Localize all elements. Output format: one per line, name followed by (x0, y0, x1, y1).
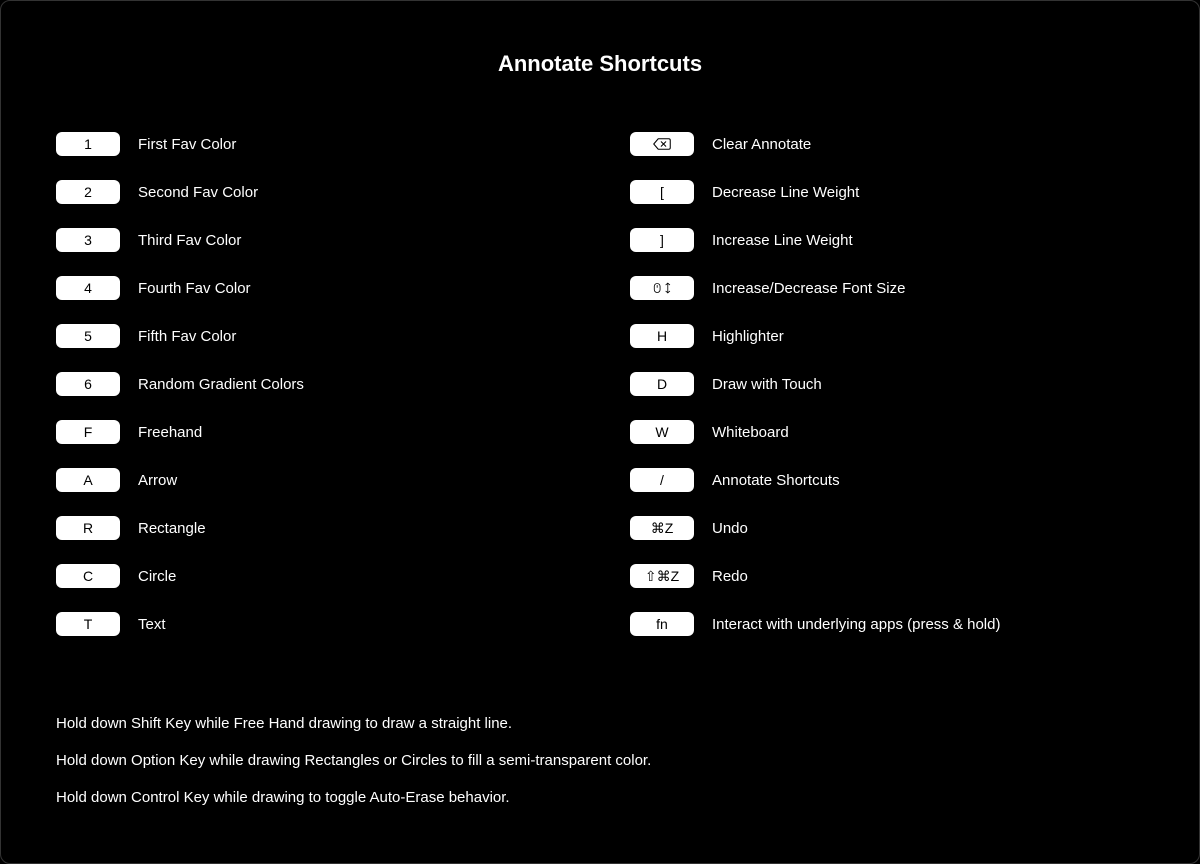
shortcut-row: 2 Second Fav Color (56, 180, 570, 204)
key-badge: ⌘Z (630, 516, 694, 540)
shortcut-row: W Whiteboard (630, 420, 1144, 444)
key-badge: 6 (56, 372, 120, 396)
key-badge: / (630, 468, 694, 492)
shortcut-row: R Rectangle (56, 516, 570, 540)
shortcut-row: Increase/Decrease Font Size (630, 276, 1144, 300)
shortcut-label: Undo (712, 520, 748, 537)
key-badge: fn (630, 612, 694, 636)
shortcut-row: 6 Random Gradient Colors (56, 372, 570, 396)
shortcut-label: Increase Line Weight (712, 232, 853, 249)
right-column: Clear Annotate [ Decrease Line Weight] Incr… (630, 132, 1144, 660)
key-badge: C (56, 564, 120, 588)
shortcut-label: Fourth Fav Color (138, 280, 251, 297)
shortcuts-window: Annotate Shortcuts 1 First Fav Color 2 Seco… (0, 0, 1200, 864)
shortcut-label: Arrow (138, 472, 177, 489)
key-badge: W (630, 420, 694, 444)
shortcut-row: F Freehand (56, 420, 570, 444)
shortcut-label: First Fav Color (138, 136, 236, 153)
hint-line: Hold down Shift Key while Free Hand draw… (56, 715, 1144, 732)
shortcut-label: Third Fav Color (138, 232, 241, 249)
page-title: Annotate Shortcuts (56, 51, 1144, 77)
shortcut-row: T Text (56, 612, 570, 636)
shortcut-label: Random Gradient Colors (138, 376, 304, 393)
key-badge: 5 (56, 324, 120, 348)
key-badge: A (56, 468, 120, 492)
key-badge: R (56, 516, 120, 540)
left-column: 1 First Fav Color 2 Second Fav Color 3 Third … (56, 132, 570, 660)
shortcut-row: A Arrow (56, 468, 570, 492)
shortcut-label: Circle (138, 568, 176, 585)
shortcut-label: Highlighter (712, 328, 784, 345)
shortcut-row: / Annotate Shortcuts (630, 468, 1144, 492)
shortcut-label: Text (138, 616, 166, 633)
key-badge: 4 (56, 276, 120, 300)
key-badge: D (630, 372, 694, 396)
backspace-icon (653, 137, 671, 151)
shortcut-label: Annotate Shortcuts (712, 472, 840, 489)
hint-line: Hold down Option Key while drawing Recta… (56, 752, 1144, 769)
shortcut-label: Whiteboard (712, 424, 789, 441)
shortcut-row: Clear Annotate (630, 132, 1144, 156)
hints-section: Hold down Shift Key while Free Hand draw… (56, 715, 1144, 806)
key-badge: H (630, 324, 694, 348)
key-badge (630, 276, 694, 300)
shortcut-label: Second Fav Color (138, 184, 258, 201)
shortcut-label: Rectangle (138, 520, 206, 537)
key-badge: T (56, 612, 120, 636)
shortcut-row: ] Increase Line Weight (630, 228, 1144, 252)
key-badge (630, 132, 694, 156)
key-badge: 2 (56, 180, 120, 204)
shortcut-row: ⌘Z Undo (630, 516, 1144, 540)
shortcut-row: 5 Fifth Fav Color (56, 324, 570, 348)
shortcut-row: [ Decrease Line Weight (630, 180, 1144, 204)
shortcut-row: ⇧⌘Z Redo (630, 564, 1144, 588)
key-badge: 1 (56, 132, 120, 156)
shortcut-label: Interact with underlying apps (press & h… (712, 616, 1000, 633)
hint-line: Hold down Control Key while drawing to t… (56, 789, 1144, 806)
shortcut-row: 4 Fourth Fav Color (56, 276, 570, 300)
shortcut-label: Redo (712, 568, 748, 585)
key-badge: ] (630, 228, 694, 252)
shortcut-label: Draw with Touch (712, 376, 822, 393)
shortcut-label: Decrease Line Weight (712, 184, 859, 201)
key-badge: 3 (56, 228, 120, 252)
shortcut-row: 1 First Fav Color (56, 132, 570, 156)
shortcut-label: Clear Annotate (712, 136, 811, 153)
key-badge: [ (630, 180, 694, 204)
key-badge: F (56, 420, 120, 444)
shortcut-label: Fifth Fav Color (138, 328, 236, 345)
scroll-icon (653, 281, 671, 295)
shortcuts-columns: 1 First Fav Color 2 Second Fav Color 3 Third … (56, 132, 1144, 660)
shortcut-label: Increase/Decrease Font Size (712, 280, 905, 297)
shortcut-row: H Highlighter (630, 324, 1144, 348)
key-badge: ⇧⌘Z (630, 564, 694, 588)
shortcut-row: C Circle (56, 564, 570, 588)
shortcut-label: Freehand (138, 424, 202, 441)
shortcut-row: D Draw with Touch (630, 372, 1144, 396)
shortcut-row: fn Interact with underlying apps (press &… (630, 612, 1144, 636)
shortcut-row: 3 Third Fav Color (56, 228, 570, 252)
